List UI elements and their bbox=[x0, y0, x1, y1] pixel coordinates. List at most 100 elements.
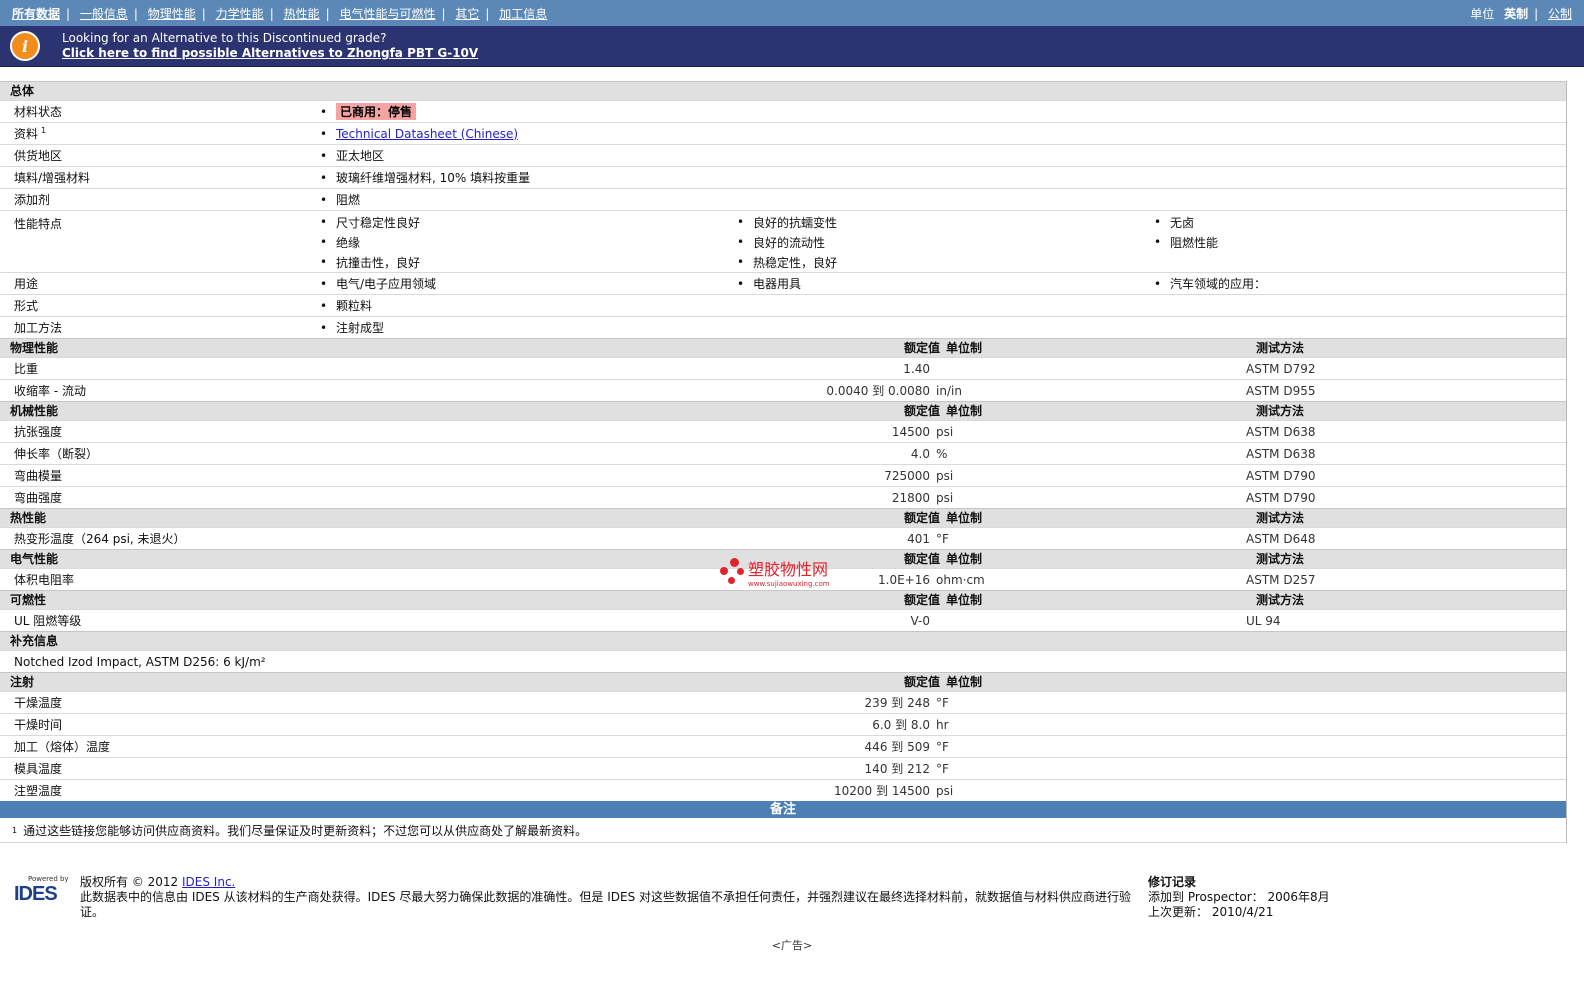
row-value: 0.0040 到 0.0080 bbox=[826, 384, 930, 398]
watermark-logo-icon bbox=[720, 558, 748, 586]
row-test: ASTM D638 bbox=[1246, 446, 1316, 461]
row-form: 形式 颗粒料 bbox=[0, 294, 1566, 316]
nav-electrical[interactable]: 电气性能与可燃性 bbox=[339, 7, 435, 21]
row-value: 亚太地区 bbox=[314, 146, 384, 166]
row-value: 6.0 到 8.0 bbox=[872, 718, 930, 732]
banner-question: Looking for an Alternative to this Disco… bbox=[62, 31, 387, 45]
row-tensile-strength: 抗张强度 14500 psi ASTM D638 bbox=[0, 420, 1566, 442]
updated-date: 上次更新： 2010/4/21 bbox=[1148, 905, 1274, 919]
footnote-marker: 1 bbox=[41, 126, 47, 135]
unit-english[interactable]: 英制 bbox=[1504, 7, 1528, 21]
supplement-text: Notched Izod Impact, ASTM D256: 6 kJ/m² bbox=[14, 654, 266, 669]
nav-mechanical[interactable]: 力学性能 bbox=[216, 7, 264, 21]
section-flammability-header: 可燃性 额定值 单位制 测试方法 bbox=[0, 590, 1566, 609]
header-unit: 单位制 bbox=[946, 552, 983, 566]
nav-all-data[interactable]: 所有数据 bbox=[12, 7, 60, 21]
row-uses: 用途 电气/电子应用领域 电器用具 汽车领域的应用： bbox=[0, 272, 1566, 294]
row-additive: 添加剂 阻燃 bbox=[0, 188, 1566, 210]
header-test: 测试方法 bbox=[1256, 404, 1305, 418]
row-unit: hr bbox=[936, 717, 949, 732]
watermark: 塑胶物性网 www.sujiaowuxing.com bbox=[720, 556, 830, 588]
row-value: 1.40 bbox=[903, 361, 930, 376]
row-flexural-strength: 弯曲强度 21800 psi ASTM D790 bbox=[0, 486, 1566, 508]
row-drying-time: 干燥时间 6.0 到 8.0 hr bbox=[0, 713, 1566, 735]
row-label: 收缩率 - 流动 bbox=[14, 384, 86, 398]
notes-header: 备注 bbox=[0, 801, 1566, 818]
row-label: 供货地区 bbox=[14, 149, 63, 163]
row-unit: psi bbox=[936, 490, 954, 505]
row-label: 填料/增强材料 bbox=[14, 171, 91, 185]
nav-thermal[interactable]: 热性能 bbox=[284, 7, 320, 21]
nav-other[interactable]: 其它 bbox=[455, 7, 479, 21]
datasheet: 总体 材料状态 已商用：停售 资料1 Technical Datasheet (… bbox=[0, 81, 1567, 843]
header-unit: 单位制 bbox=[946, 404, 983, 418]
row-test: ASTM D257 bbox=[1246, 572, 1316, 587]
alternative-banner: i Looking for an Alternative to this Dis… bbox=[0, 26, 1584, 67]
row-label: 形式 bbox=[14, 299, 39, 313]
advertisement-label: <广告> bbox=[771, 939, 813, 952]
section-title: 可燃性 bbox=[10, 593, 47, 607]
ides-logo: Powered by IDES bbox=[8, 875, 70, 907]
section-title: 注射 bbox=[10, 675, 35, 689]
alternatives-link[interactable]: Click here to find possible Alternatives… bbox=[62, 46, 478, 61]
row-value: 21800 bbox=[891, 490, 930, 505]
row-features: 性能特点 尺寸稳定性良好 良好的抗蠕变性 无卤 绝缘 良好的流动性 阻燃性能 抗… bbox=[0, 210, 1566, 272]
unit-metric[interactable]: 公制 bbox=[1548, 7, 1572, 21]
section-supplement-header: 补充信息 bbox=[0, 631, 1566, 650]
section-mechanical-header: 机械性能 额定值 单位制 测试方法 bbox=[0, 401, 1566, 420]
row-label: 热变形温度（264 psi, 未退火） bbox=[14, 532, 186, 546]
row-melt-temp: 加工（熔体）温度 446 到 509 °F bbox=[0, 735, 1566, 757]
row-value: V-0 bbox=[910, 613, 930, 628]
datasheet-link[interactable]: Technical Datasheet (Chinese) bbox=[336, 127, 518, 141]
section-injection-header: 注射 额定值 单位制 bbox=[0, 672, 1566, 691]
row-shrinkage: 收缩率 - 流动 0.0040 到 0.0080 in/in ASTM D955 bbox=[0, 379, 1566, 401]
feature-item: 良好的流动性 bbox=[731, 232, 1148, 252]
header-unit: 单位制 bbox=[946, 593, 983, 607]
watermark-url: www.sujiaowuxing.com bbox=[748, 580, 830, 588]
row-process: 加工方法 注射成型 bbox=[0, 316, 1566, 338]
row-label: 性能特点 bbox=[14, 217, 63, 231]
nav-physical[interactable]: 物理性能 bbox=[148, 7, 196, 21]
header-value: 额定值 bbox=[903, 404, 940, 418]
header-value: 额定值 bbox=[903, 511, 940, 525]
nav-processing[interactable]: 加工信息 bbox=[499, 7, 547, 21]
nav-general[interactable]: 一般信息 bbox=[80, 7, 128, 21]
row-value: 注射成型 bbox=[314, 318, 384, 338]
header-unit: 单位制 bbox=[946, 675, 983, 689]
section-links: 所有数据 | 一般信息 | 物理性能 | 力学性能 | 热性能 | 电气性能与可燃性 | 其… bbox=[12, 6, 548, 21]
row-injection-pressure: 注塑温度 10200 到 14500 psi bbox=[0, 779, 1566, 801]
feature-item: 抗撞击性，良好 bbox=[314, 252, 731, 272]
row-value: 4.0 bbox=[910, 446, 930, 461]
feature-item: 热稳定性，良好 bbox=[731, 252, 1148, 272]
header-test: 测试方法 bbox=[1256, 341, 1305, 355]
row-label: 添加剂 bbox=[14, 193, 51, 207]
section-general-header: 总体 bbox=[0, 81, 1566, 100]
section-title: 电气性能 bbox=[10, 552, 59, 566]
row-test: ASTM D792 bbox=[1246, 361, 1316, 376]
company-link[interactable]: IDES Inc. bbox=[182, 875, 235, 889]
row-material-status: 材料状态 已商用：停售 bbox=[0, 100, 1566, 122]
row-unit: ohm·cm bbox=[936, 572, 985, 587]
feature-item: 绝缘 bbox=[314, 232, 731, 252]
row-unit: psi bbox=[936, 424, 954, 439]
feature-item: 尺寸稳定性良好 bbox=[314, 212, 731, 232]
header-unit: 单位制 bbox=[946, 511, 983, 525]
section-title: 物理性能 bbox=[10, 341, 59, 355]
row-value: 14500 bbox=[891, 424, 930, 439]
row-test: ASTM D790 bbox=[1246, 490, 1316, 505]
row-label: 伸长率（断裂） bbox=[14, 447, 99, 461]
header-value: 额定值 bbox=[903, 593, 940, 607]
copyright: 版权所有 © 2012 bbox=[80, 875, 179, 889]
row-unit: °F bbox=[936, 761, 949, 776]
row-label: 抗张强度 bbox=[14, 425, 63, 439]
row-mold-temp: 模具温度 140 到 212 °F bbox=[0, 757, 1566, 779]
powered-by: Powered by bbox=[28, 875, 69, 883]
row-value: 725000 bbox=[884, 468, 930, 483]
row-unit: °F bbox=[936, 531, 949, 546]
row-value: 239 到 248 bbox=[864, 696, 930, 710]
header-unit: 单位制 bbox=[946, 341, 983, 355]
row-ul-rating: UL 阻燃等级 V-0 UL 94 bbox=[0, 609, 1566, 631]
revision-title: 修订记录 bbox=[1148, 875, 1197, 889]
row-flexural-modulus: 弯曲模量 725000 psi ASTM D790 bbox=[0, 464, 1566, 486]
feature-item: 无卤 bbox=[1148, 212, 1565, 232]
